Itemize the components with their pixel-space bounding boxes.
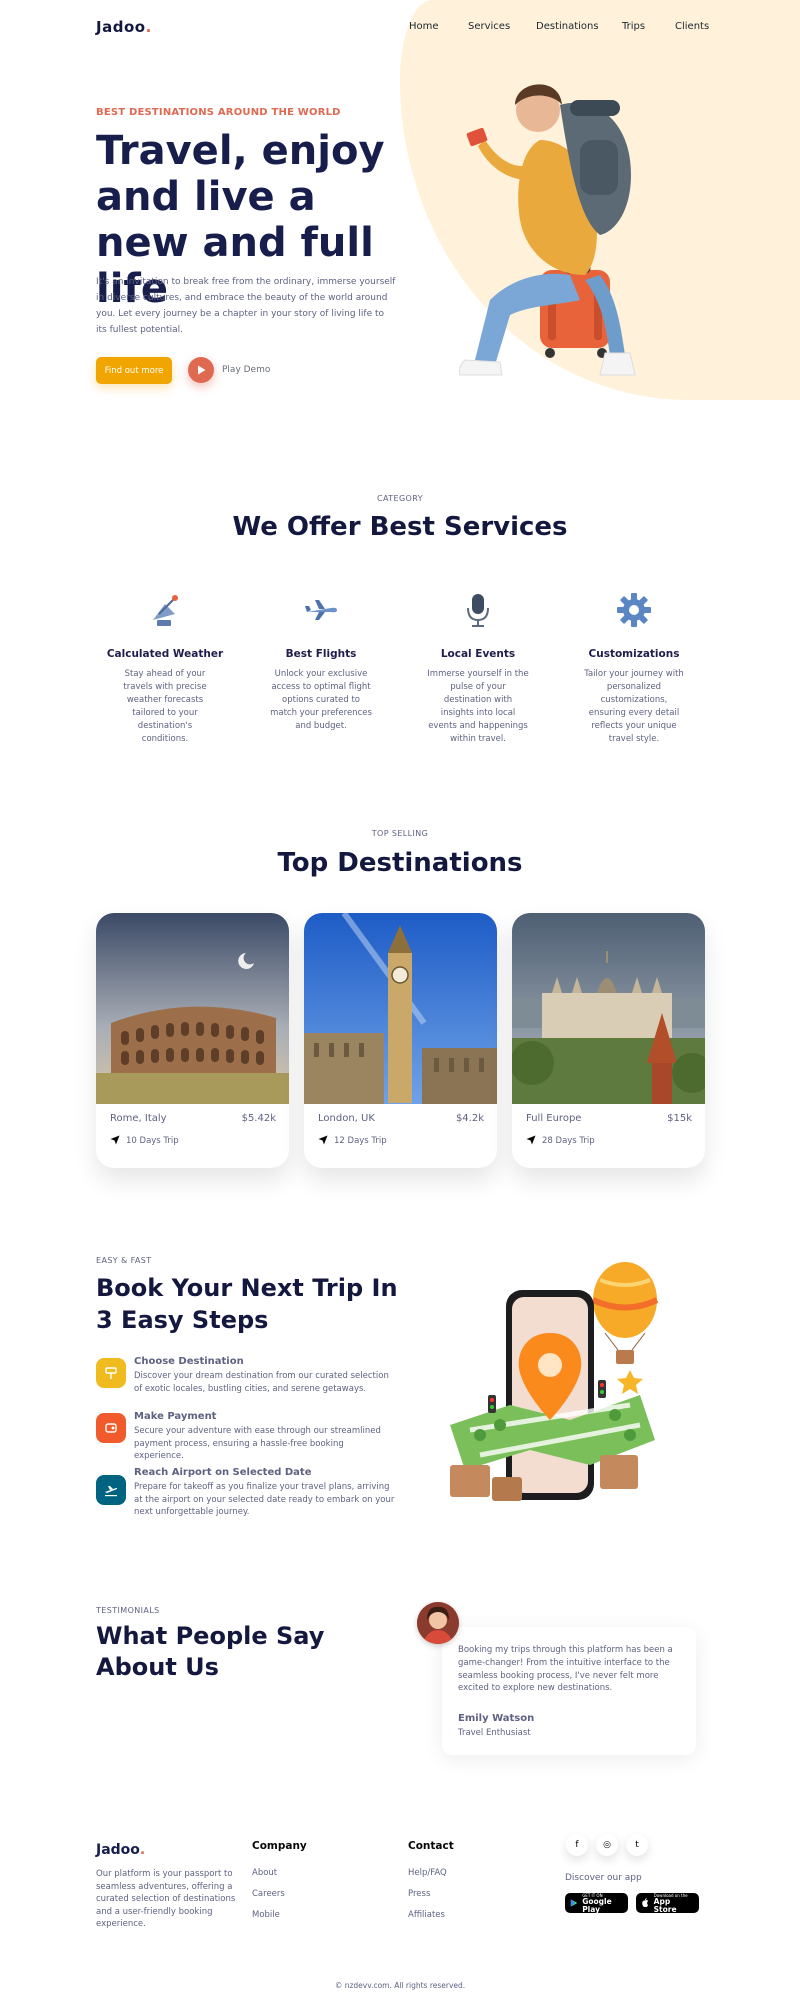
gear-icon [617,593,651,627]
footer-brand-name: Jadoo [96,1842,140,1858]
service-card-weather: Calculated Weather Stay ahead of your tr… [100,590,230,746]
service-title: Customizations [588,648,680,660]
nav-clients[interactable]: Clients [675,21,709,32]
brand-name: Jadoo [96,18,146,36]
discover-app-heading: Discover our app [565,1873,642,1883]
footer-link-careers[interactable]: Careers [252,1889,285,1899]
step-icon-choose [96,1358,126,1388]
service-card-events: Local Events Immerse yourself in the pul… [413,590,543,746]
service-card-customizations: Customizations Tailor your journey with … [569,590,699,746]
service-text: Immerse yourself in the pulse of your de… [427,669,529,744]
destination-name: London, UK [318,1113,375,1124]
navigation-arrow-icon [318,1135,328,1145]
app-store-badge[interactable]: Download on the App Store [636,1893,699,1913]
navigation-arrow-icon [526,1135,536,1145]
book-title: Book Your Next Trip In 3 Easy Steps [96,1274,398,1334]
service-text: Tailor your journey with personalized cu… [584,669,684,744]
step-icon-airport [96,1475,126,1505]
step-title: Choose Destination [134,1356,244,1367]
footer-link-mobile[interactable]: Mobile [252,1910,280,1920]
book-subtitle: EASY & FAST [96,1256,152,1265]
destination-image-rome [96,913,289,1104]
step-icon-payment [96,1413,126,1443]
brand-logo[interactable]: Jadoo. [96,18,152,36]
destination-trip-duration: 28 Days Trip [542,1136,595,1146]
app-store-big-text: App Store [653,1896,677,1914]
avatar [417,1602,459,1644]
footer-link-press[interactable]: Press [408,1889,430,1899]
plane-takeoff-icon [105,1486,118,1497]
service-text: Stay ahead of your travels with precise … [123,669,207,744]
service-title: Local Events [440,648,516,660]
footer-link-help[interactable]: Help/FAQ [408,1868,447,1878]
hero-description: It's an invitation to break free from th… [96,277,396,335]
instagram-icon[interactable]: ◎ [596,1834,618,1856]
footer-company-heading: Company [252,1840,307,1852]
destination-trip-duration: 10 Days Trip [126,1136,179,1146]
nav-destinations[interactable]: Destinations [536,21,599,32]
footer-link-about[interactable]: About [252,1868,277,1878]
destination-price: $5.42k [241,1113,276,1124]
google-play-icon [570,1899,578,1907]
services-subtitle: CATEGORY [376,494,423,503]
find-out-more-button[interactable]: Find out more [96,357,172,384]
destinations-subtitle: TOP SELLING [371,829,429,838]
service-text: Unlock your exclusive access to optimal … [270,669,372,731]
footer-contact-heading: Contact [408,1840,454,1852]
navigation-arrow-icon [110,1135,120,1145]
testimonial-role: Travel Enthusiast [458,1728,531,1738]
destination-card-rome[interactable]: Rome, Italy $5.42k 10 Days Trip [96,913,289,1168]
step-text: Secure your adventure with ease through … [134,1426,381,1461]
satellite-dish-icon [153,595,178,626]
footer-logo[interactable]: Jadoo. [96,1842,145,1858]
google-play-big-text: Google Play [582,1896,612,1914]
destinations-title: Top Destinations [277,848,523,878]
signpost-icon [105,1367,117,1379]
footer-description: Our platform is your passport to seamles… [96,1869,236,1929]
step-title: Reach Airport on Selected Date [134,1467,312,1478]
google-play-badge[interactable]: GET IT ON Google Play [565,1893,628,1913]
payment-icon [105,1423,117,1433]
play-icon [197,365,205,375]
destination-trip-duration: 12 Days Trip [334,1136,387,1146]
footer-link-affiliates[interactable]: Affiliates [408,1910,445,1920]
step-text: Discover your dream destination from our… [134,1371,389,1394]
avatar-image [417,1602,459,1644]
destination-name: Rome, Italy [110,1113,167,1124]
nav-home[interactable]: Home [409,21,439,32]
airplane-icon [305,600,337,620]
testimonials-title: What People Say About Us [96,1622,325,1681]
destination-image-london [304,913,497,1104]
step-title: Make Payment [134,1411,217,1422]
twitter-icon[interactable]: t [626,1834,648,1856]
nav-services[interactable]: Services [468,21,510,32]
destination-image-europe [512,913,705,1104]
testimonial-name: Emily Watson [458,1713,535,1724]
booking-illustration [450,1262,659,1501]
hero-traveler-illustration [459,84,636,376]
microphone-icon [467,594,489,627]
play-demo-label[interactable]: Play Demo [222,365,270,375]
destination-card-london[interactable]: London, UK $4.2k 12 Days Trip [304,913,497,1168]
hero-eyebrow: BEST DESTINATIONS AROUND THE WORLD [96,107,341,118]
nav-trips[interactable]: Trips [622,21,645,32]
play-demo-button[interactable] [188,357,214,383]
facebook-icon[interactable]: f [566,1834,588,1856]
testimonials-subtitle: TESTIMONIALS [96,1606,160,1615]
brand-dot: . [145,18,152,36]
destination-name: Full Europe [526,1113,582,1124]
footer-brand-dot: . [139,1842,146,1858]
testimonial-quote: Booking my trips through this platform h… [458,1645,673,1694]
destination-card-europe[interactable]: Full Europe $15k 28 Days Trip [512,913,705,1168]
destination-price: $15k [667,1113,692,1124]
copyright: © nzdevv.com. All rights reserved. [334,1981,466,1990]
services-title: We Offer Best Services [232,512,568,542]
apple-icon [642,1898,649,1908]
step-text: Prepare for takeoff as you finalize your… [134,1482,395,1517]
destination-price: $4.2k [455,1113,484,1124]
service-title: Best Flights [285,648,357,660]
service-card-flights: Best Flights Unlock your exclusive acces… [256,590,386,733]
service-title: Calculated Weather [106,648,224,660]
